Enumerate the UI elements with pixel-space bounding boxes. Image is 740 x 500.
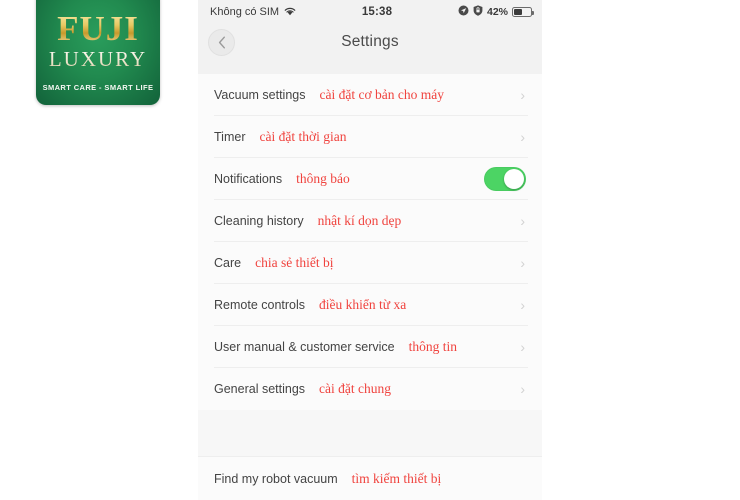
row-label-en: Cleaning history (214, 214, 304, 228)
row-annotation-vi: tìm kiếm thiết bị (351, 471, 442, 486)
row-user-manual[interactable]: User manual & customer service thông tin › (198, 326, 542, 368)
status-bar-time: 15:38 (361, 6, 393, 18)
location-arrow-icon (458, 5, 469, 19)
wifi-icon (284, 6, 296, 19)
row-label-en: Vacuum settings (214, 88, 306, 102)
chevron-left-icon (218, 36, 225, 48)
row-annotation-vi: cài đặt chung (319, 381, 392, 396)
row-label-en: Timer (214, 130, 246, 144)
chevron-right-icon: › (520, 213, 525, 229)
row-annotation-vi: nhật kí dọn dẹp (317, 213, 402, 228)
row-label-en: General settings (214, 382, 306, 396)
row-annotation-vi: điều khiển từ xa (319, 297, 407, 312)
battery-percent-label: 42% (486, 6, 508, 18)
logo-brand-subname: LUXURY (48, 47, 148, 71)
row-annotation-vi: chia sẻ thiết bị (255, 255, 334, 270)
row-cleaning-history[interactable]: Cleaning history nhật kí dọn dẹp › (198, 200, 542, 242)
row-annotation-vi: thông tin (408, 339, 458, 354)
row-remote-controls[interactable]: Remote controls điều khiển từ xa › (198, 284, 542, 326)
row-annotation-vi: cài đặt cơ bản cho máy (319, 87, 444, 102)
status-bar: Không có SIM 15:38 42% (198, 0, 542, 24)
toggle-knob (504, 169, 524, 189)
lock-icon (473, 5, 483, 19)
fuji-luxury-logo: FUJI LUXURY SMART CARE - SMART LIFE (36, 0, 160, 105)
row-notifications[interactable]: Notifications thông báo (198, 158, 542, 200)
status-bar-right: 42% (458, 5, 535, 19)
battery-icon (512, 7, 535, 17)
list-section-gap (198, 410, 542, 456)
chevron-right-icon: › (520, 87, 525, 103)
row-find-my-robot-vacuum[interactable]: Find my robot vacuum tìm kiếm thiết bị (198, 457, 542, 500)
nav-spacer (198, 60, 542, 74)
logo-brand-name: FUJI (57, 9, 139, 48)
row-label-en: User manual & customer service (214, 340, 395, 354)
chevron-right-icon: › (520, 381, 525, 397)
row-timer[interactable]: Timer cài đặt thời gian › (198, 116, 542, 158)
row-annotation-vi: cài đặt thời gian (259, 129, 347, 144)
find-device-section: Find my robot vacuum tìm kiếm thiết bị (198, 456, 542, 500)
chevron-right-icon: › (520, 129, 525, 145)
phone-screen: Không có SIM 15:38 42% Settings Vacuum s… (198, 0, 542, 500)
row-label-en: Find my robot vacuum (214, 472, 338, 486)
row-label-en: Remote controls (214, 298, 306, 312)
row-label-en: Care (214, 256, 242, 270)
row-annotation-vi: thông báo (296, 171, 350, 186)
chevron-right-icon: › (520, 339, 525, 355)
notifications-toggle[interactable] (484, 167, 526, 191)
page-title: Settings (341, 33, 399, 50)
carrier-label: Không có SIM (210, 6, 280, 18)
row-label-en: Notifications (214, 172, 283, 186)
back-button[interactable] (208, 28, 235, 56)
chevron-right-icon: › (520, 297, 525, 313)
status-bar-left: Không có SIM (210, 6, 296, 19)
row-vacuum-settings[interactable]: Vacuum settings cài đặt cơ bản cho máy › (198, 74, 542, 116)
row-general-settings[interactable]: General settings cài đặt chung › (198, 368, 542, 410)
chevron-right-icon: › (520, 255, 525, 271)
navigation-bar: Settings (198, 24, 542, 60)
settings-list: Vacuum settings cài đặt cơ bản cho máy › Ti… (198, 74, 542, 410)
row-care[interactable]: Care chia sẻ thiết bị › (198, 242, 542, 284)
logo-tagline: SMART CARE - SMART LIFE (42, 83, 154, 92)
